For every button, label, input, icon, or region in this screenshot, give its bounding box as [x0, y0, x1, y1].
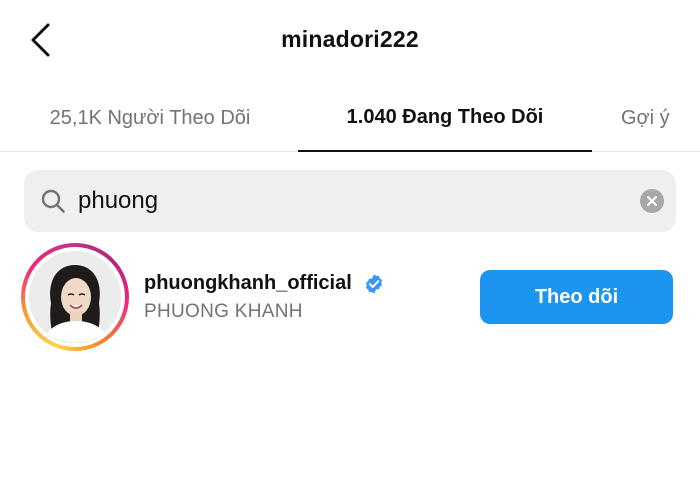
verified-badge-icon: [365, 274, 383, 294]
avatar: [29, 251, 121, 343]
profile-photo: [29, 251, 121, 343]
username[interactable]: phuongkhanh_official: [144, 272, 352, 295]
page-title: minadori222: [281, 26, 419, 52]
list-item[interactable]: phuongkhanh_official PHUONG KHANH Theo d…: [0, 238, 700, 356]
follow-button[interactable]: Theo dõi: [480, 270, 673, 324]
search-icon: [41, 189, 65, 213]
tab-following[interactable]: 1.040 Đang Theo Dõi: [298, 84, 592, 152]
clear-icon: [647, 196, 657, 206]
header: minadori222: [0, 0, 700, 84]
following-screen: minadori222 25,1K Người Theo Dõi 1.040 Đ…: [0, 0, 700, 490]
full-name: PHUONG KHANH: [144, 301, 303, 322]
story-ring[interactable]: [21, 243, 129, 351]
tab-bar: 25,1K Người Theo Dõi 1.040 Đang Theo Dõi…: [0, 84, 700, 152]
search-bar: [24, 170, 676, 232]
search-input[interactable]: [78, 182, 618, 220]
clear-search-button[interactable]: [640, 189, 664, 213]
tab-followers[interactable]: 25,1K Người Theo Dõi: [8, 84, 292, 152]
tab-suggestions[interactable]: Gợi ý: [610, 84, 700, 152]
